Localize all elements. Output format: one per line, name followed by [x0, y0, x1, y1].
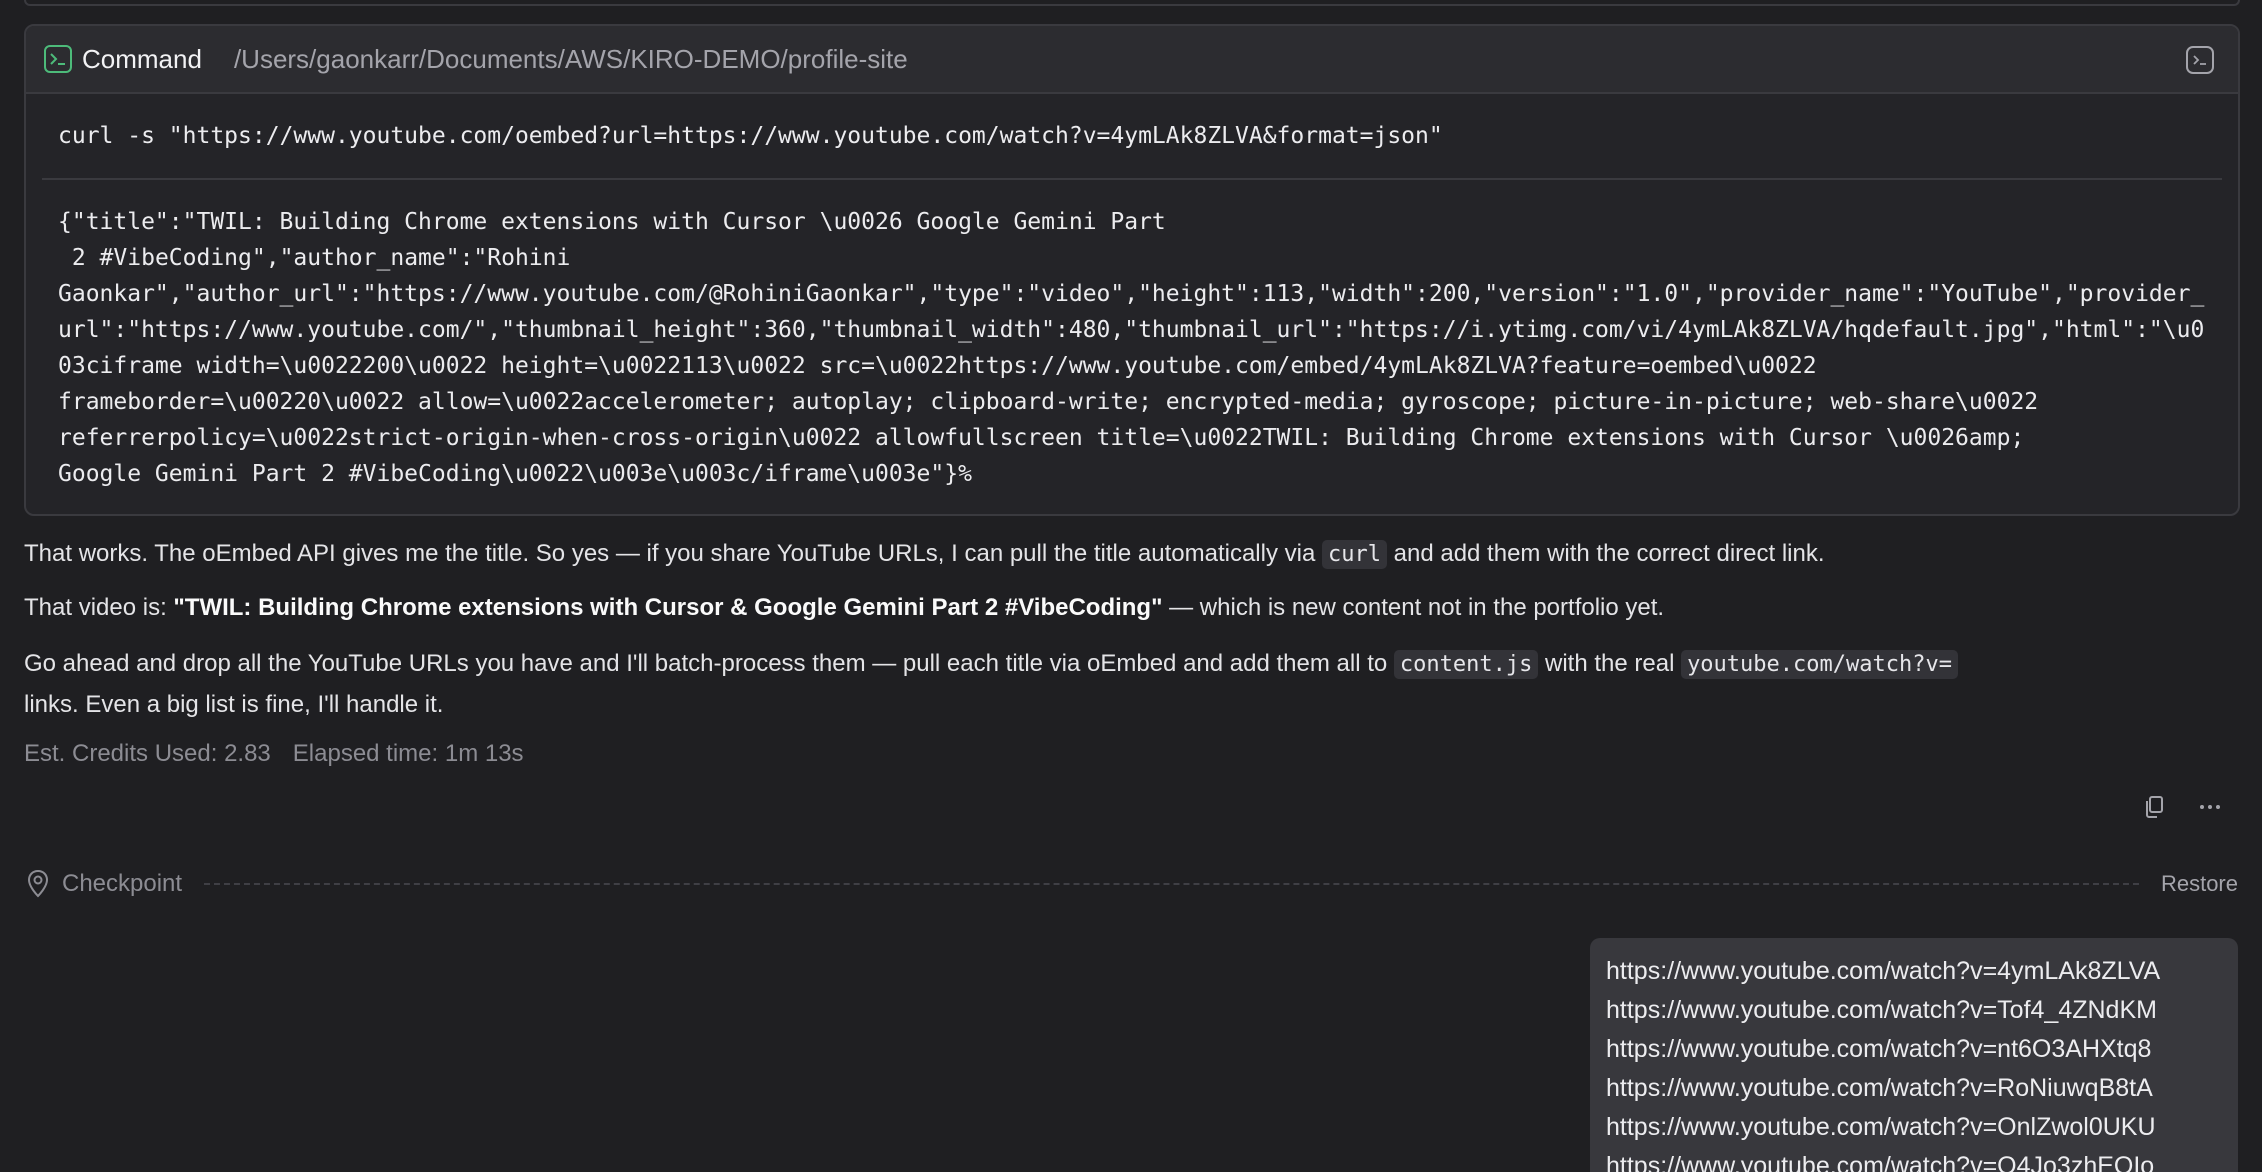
command-label: Command [82, 43, 202, 74]
elapsed-time: Elapsed time: 1m 13s [292, 740, 524, 767]
location-pin-icon [24, 868, 52, 900]
command-card: Command /Users/gaonkarr/Documents/AWS/KI… [24, 24, 2240, 516]
user-url-line: https://www.youtube.com/watch?v=Tof4_4ZN… [1606, 996, 2157, 1024]
assistant-text: — which is new content not in the portfo… [1162, 594, 1665, 621]
user-url-line: https://www.youtube.com/watch?v=OnlZwol0… [1606, 1113, 2156, 1141]
usage-meta: Est. Credits Used: 2.83 Elapsed time: 1m … [24, 740, 524, 768]
more-icon[interactable] [2196, 793, 2224, 821]
previous-card-edge [24, 0, 2240, 6]
assistant-paragraph-2: That video is: "TWIL: Building Chrome ex… [24, 588, 1664, 628]
terminal-icon [44, 45, 72, 73]
inline-code: curl [1321, 540, 1387, 569]
assistant-text: That video is: [24, 594, 174, 621]
assistant-paragraph-3: Go ahead and drop all the YouTube URLs y… [24, 644, 2224, 725]
command-header: Command /Users/gaonkarr/Documents/AWS/KI… [26, 26, 2238, 94]
user-url-line: https://www.youtube.com/watch?v=nt6O3AHX… [1606, 1035, 2152, 1063]
command-text: curl -s "https://www.youtube.com/oembed?… [58, 123, 1443, 149]
video-title: "TWIL: Building Chrome extensions with C… [173, 594, 1163, 621]
chat-panel: Command /Users/gaonkarr/Documents/AWS/KI… [0, 0, 2262, 1172]
copy-icon[interactable] [2140, 793, 2168, 821]
inline-code: youtube.com/watch?v= [1681, 650, 1958, 679]
checkpoint-divider [204, 883, 2139, 885]
assistant-text: That works. The oEmbed API gives me the … [24, 540, 1322, 567]
inline-code: content.js [1393, 650, 1539, 679]
checkpoint-row: Checkpoint Restore [24, 864, 2238, 904]
command-cwd: /Users/gaonkarr/Documents/AWS/KIRO-DEMO/… [233, 43, 908, 74]
credits-used: Est. Credits Used: 2.83 [24, 740, 271, 767]
assistant-text: with the real [1538, 650, 1682, 677]
user-url-line: https://www.youtube.com/watch?v=O4Jo3zhE… [1606, 1152, 2155, 1172]
user-message-bubble: https://www.youtube.com/watch?v=4ymLAk8Z… [1590, 938, 2238, 1172]
user-url-line: https://www.youtube.com/watch?v=4ymLAk8Z… [1606, 957, 2161, 985]
assistant-text: and add them with the correct direct lin… [1386, 540, 1825, 567]
command-output: {"title":"TWIL: Building Chrome extensio… [58, 209, 2205, 487]
restore-button[interactable]: Restore [2161, 871, 2238, 897]
open-terminal-icon[interactable] [2186, 46, 2214, 74]
checkpoint-label: Checkpoint [62, 870, 183, 897]
assistant-text: links. Even a big list is fine, I'll han… [24, 691, 444, 718]
assistant-paragraph-1: That works. The oEmbed API gives me the … [24, 534, 1825, 575]
user-url-line: https://www.youtube.com/watch?v=RoNiuwqB… [1606, 1074, 2153, 1102]
assistant-text: Go ahead and drop all the YouTube URLs y… [24, 650, 1394, 677]
